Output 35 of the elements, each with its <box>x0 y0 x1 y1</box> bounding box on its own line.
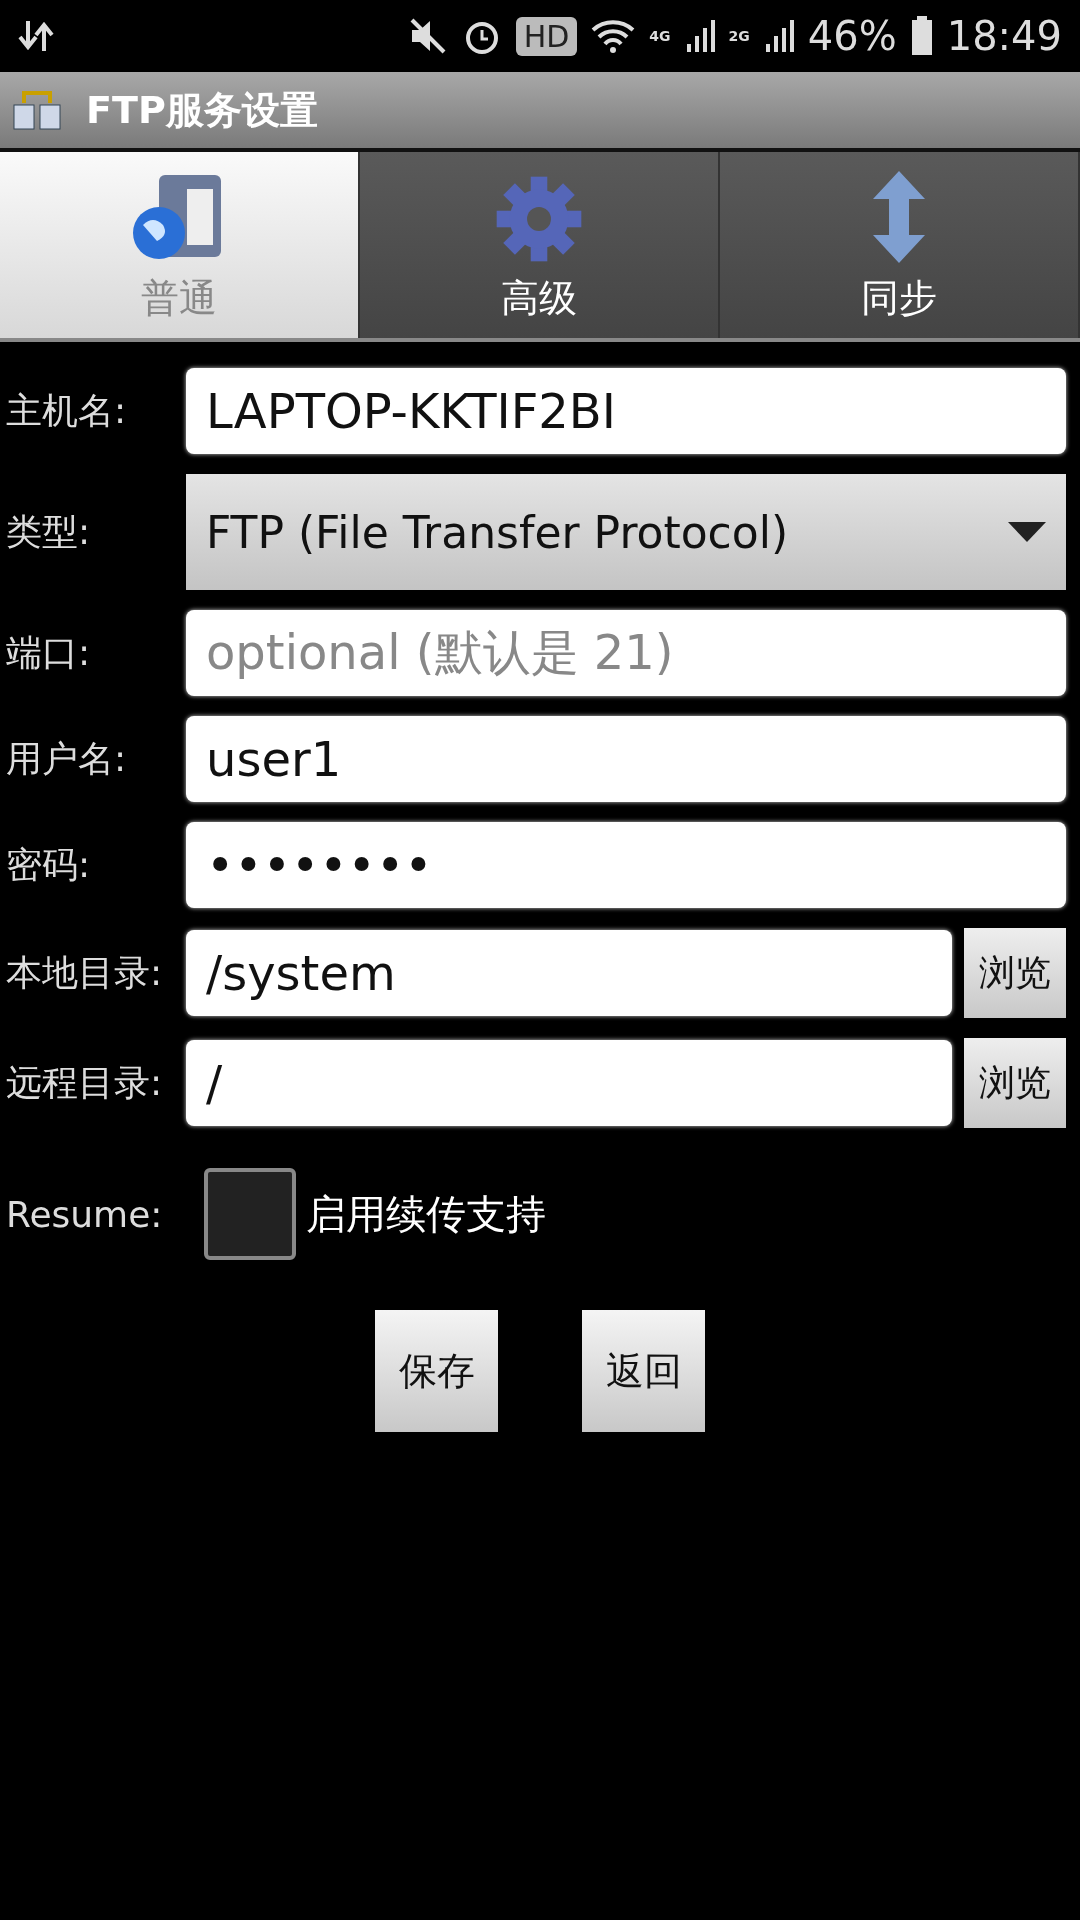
checkbox[interactable] <box>204 1168 296 1260</box>
field-label: 密码: <box>6 842 92 887</box>
checkbox-label: 启用续传支持 <box>306 1189 546 1239</box>
input-field[interactable]: user1 <box>186 716 1066 802</box>
field-label: 远程目录: <box>6 1060 164 1105</box>
input-field[interactable]: /system <box>186 930 952 1016</box>
action-button[interactable]: 返回 <box>582 1310 705 1432</box>
data-transfer-icon <box>18 19 54 53</box>
clock: 18:49 <box>946 13 1062 59</box>
field-label: Resume: <box>6 1193 164 1235</box>
tab[interactable]: 同步 <box>720 152 1080 338</box>
battery-icon <box>910 16 933 56</box>
network-type: 2G <box>728 28 750 44</box>
field-label: 类型: <box>6 509 92 554</box>
input-field[interactable]: / <box>186 1040 952 1126</box>
signal-icon <box>684 18 715 54</box>
input-field[interactable]: •••••••• <box>186 822 1066 908</box>
field-label: 主机名: <box>6 388 128 433</box>
input-field[interactable]: optional (默认是 21) <box>186 610 1066 696</box>
type-dropdown[interactable]: FTP (File Transfer Protocol) <box>186 474 1066 590</box>
input-field[interactable]: LAPTOP-KKTIF2BI <box>186 368 1066 454</box>
field-label: 本地目录: <box>6 950 164 995</box>
network-type: 4G <box>649 28 671 44</box>
caret-icon <box>1008 522 1046 542</box>
signal-icon <box>763 18 794 54</box>
hd-badge: HD <box>515 16 578 56</box>
tab[interactable]: 高级 <box>360 152 720 338</box>
wifi-icon <box>591 18 636 54</box>
field-label: 用户名: <box>6 736 128 781</box>
action-button[interactable]: 保存 <box>375 1310 498 1432</box>
battery-percent: 46% <box>807 13 897 59</box>
window-title: FTP服务设置 <box>86 86 318 134</box>
field-label: 端口: <box>6 630 92 675</box>
browse-button[interactable]: 浏览 <box>964 928 1066 1018</box>
browse-button[interactable]: 浏览 <box>964 1038 1066 1128</box>
